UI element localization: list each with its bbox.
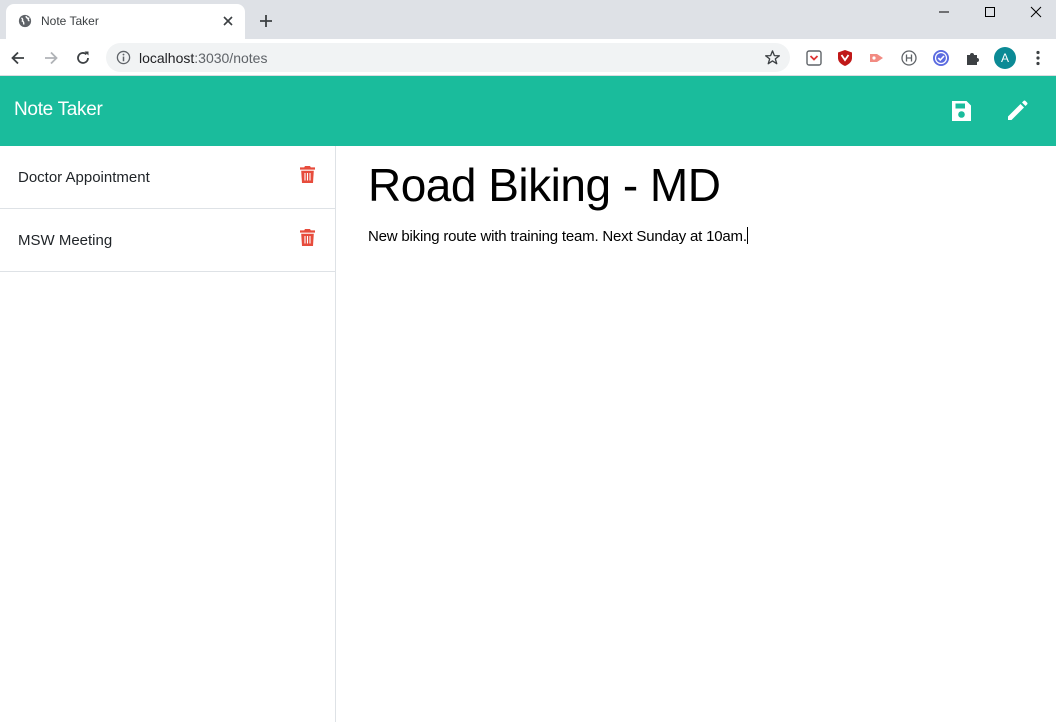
url-path: :3030/notes <box>194 50 268 66</box>
list-item[interactable]: Doctor Appointment <box>0 146 335 209</box>
pocket-extension-icon[interactable] <box>805 49 823 67</box>
close-icon[interactable] <box>220 13 236 29</box>
url-text[interactable]: localhost:3030/notes <box>139 50 267 66</box>
profile-avatar[interactable]: A <box>994 47 1016 69</box>
note-body-text: New biking route with training team. Nex… <box>368 228 747 245</box>
bookmark-star-icon[interactable] <box>764 49 781 66</box>
pen-icon[interactable] <box>1004 98 1030 124</box>
puzzle-extensions-icon[interactable] <box>964 49 982 67</box>
text-cursor <box>746 227 748 244</box>
note-editor: Road Biking - MD New biking route with t… <box>336 146 1056 722</box>
list-item[interactable]: MSW Meeting <box>0 209 335 272</box>
back-arrow-icon[interactable] <box>9 49 27 67</box>
mcafee-shield-icon[interactable] <box>836 49 854 67</box>
extension-arrow-icon[interactable] <box>868 49 886 67</box>
app-brand[interactable]: Note Taker <box>14 99 103 121</box>
trash-icon[interactable] <box>299 228 316 247</box>
trash-icon[interactable] <box>299 165 316 184</box>
honey-extension-icon[interactable] <box>900 49 918 67</box>
save-icon[interactable] <box>949 99 973 123</box>
note-title-text: Road Biking - MD <box>368 159 721 211</box>
browser-tab[interactable]: Note Taker <box>6 4 245 39</box>
tab-title: Note Taker <box>41 14 99 28</box>
note-textarea[interactable]: New biking route with training team. Nex… <box>368 227 748 245</box>
reload-icon[interactable] <box>74 49 92 67</box>
info-icon[interactable] <box>116 50 131 65</box>
address-bar[interactable]: localhost:3030/notes <box>106 43 790 72</box>
app-navbar: Note Taker <box>0 76 1056 146</box>
browser-toolbar: localhost:3030/notes A <box>0 39 1056 76</box>
minimize-icon[interactable] <box>936 4 952 20</box>
notes-sidebar: Doctor Appointment MSW Meeting <box>0 146 336 722</box>
url-host: localhost <box>139 50 195 66</box>
note-title-input[interactable]: Road Biking - MD <box>368 158 721 212</box>
new-tab-icon[interactable] <box>258 13 274 29</box>
window-close-icon[interactable] <box>1028 4 1044 20</box>
note-list-title[interactable]: Doctor Appointment <box>18 169 150 186</box>
maximize-icon[interactable] <box>982 4 998 20</box>
more-vert-icon[interactable] <box>1030 49 1046 67</box>
forward-arrow-icon[interactable] <box>42 49 60 67</box>
globe-icon <box>18 14 32 28</box>
browser-tab-strip: Note Taker <box>0 0 1056 39</box>
check-extension-icon[interactable] <box>932 49 950 67</box>
note-list-title[interactable]: MSW Meeting <box>18 232 112 249</box>
